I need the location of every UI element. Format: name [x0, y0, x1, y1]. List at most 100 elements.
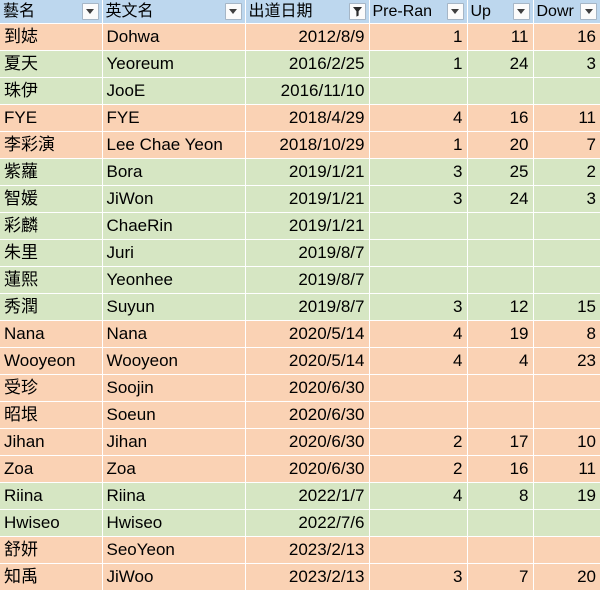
cell-pre_rank[interactable]: [369, 536, 468, 564]
cell-up[interactable]: [467, 509, 534, 537]
cell-debut_date[interactable]: 2020/5/14: [245, 347, 370, 375]
cell-stage_name[interactable]: Zoa: [0, 455, 103, 483]
cell-up[interactable]: 25: [467, 158, 534, 186]
cell-pre_rank[interactable]: 4: [369, 347, 468, 375]
table-row[interactable]: 蓮熙 Yeonhee 2019/8/7: [0, 266, 600, 294]
table-row[interactable]: FYE FYE 2018/4/29 4 16 11: [0, 104, 600, 132]
cell-debut_date[interactable]: 2023/2/13: [245, 536, 370, 564]
column-header-pre_rank[interactable]: Pre-Ran: [369, 0, 468, 24]
cell-down[interactable]: [533, 77, 600, 105]
cell-english_name[interactable]: Jihan: [102, 428, 246, 456]
table-row[interactable]: 夏天 Yeoreum 2016/2/25 1 24 3: [0, 50, 600, 78]
cell-down[interactable]: 2: [533, 158, 600, 186]
cell-stage_name[interactable]: 夏天: [0, 50, 103, 78]
cell-pre_rank[interactable]: 1: [369, 50, 468, 78]
cell-debut_date[interactable]: 2018/10/29: [245, 131, 370, 159]
filter-dropdown-button-stage_name[interactable]: [81, 3, 99, 20]
cell-stage_name[interactable]: 智媛: [0, 185, 103, 213]
column-header-english_name[interactable]: 英文名: [102, 0, 246, 24]
cell-english_name[interactable]: Riina: [102, 482, 246, 510]
cell-debut_date[interactable]: 2016/2/25: [245, 50, 370, 78]
cell-english_name[interactable]: Nana: [102, 320, 246, 348]
cell-english_name[interactable]: JiWoo: [102, 563, 246, 591]
cell-up[interactable]: 4: [467, 347, 534, 375]
cell-up[interactable]: 19: [467, 320, 534, 348]
cell-down[interactable]: [533, 239, 600, 267]
cell-down[interactable]: 23: [533, 347, 600, 375]
cell-pre_rank[interactable]: [369, 509, 468, 537]
cell-debut_date[interactable]: 2020/6/30: [245, 428, 370, 456]
filter-button-active-debut_date[interactable]: [348, 3, 366, 20]
cell-down[interactable]: [533, 509, 600, 537]
cell-down[interactable]: 3: [533, 50, 600, 78]
cell-up[interactable]: 11: [467, 23, 534, 51]
column-header-stage_name[interactable]: 藝名: [0, 0, 103, 24]
cell-pre_rank[interactable]: 2: [369, 428, 468, 456]
cell-debut_date[interactable]: 2020/6/30: [245, 455, 370, 483]
cell-up[interactable]: [467, 536, 534, 564]
cell-down[interactable]: 10: [533, 428, 600, 456]
cell-pre_rank[interactable]: 1: [369, 131, 468, 159]
cell-english_name[interactable]: SeoYeon: [102, 536, 246, 564]
cell-debut_date[interactable]: 2019/8/7: [245, 239, 370, 267]
cell-stage_name[interactable]: 舒妍: [0, 536, 103, 564]
cell-down[interactable]: [533, 266, 600, 294]
cell-debut_date[interactable]: 2016/11/10: [245, 77, 370, 105]
cell-english_name[interactable]: Juri: [102, 239, 246, 267]
cell-english_name[interactable]: JiWon: [102, 185, 246, 213]
cell-stage_name[interactable]: Hwiseo: [0, 509, 103, 537]
cell-up[interactable]: 8: [467, 482, 534, 510]
cell-stage_name[interactable]: 彩麟: [0, 212, 103, 240]
cell-stage_name[interactable]: FYE: [0, 104, 103, 132]
cell-english_name[interactable]: Yeonhee: [102, 266, 246, 294]
table-row[interactable]: 舒妍 SeoYeon 2023/2/13: [0, 536, 600, 564]
cell-up[interactable]: [467, 77, 534, 105]
cell-debut_date[interactable]: 2019/8/7: [245, 293, 370, 321]
cell-pre_rank[interactable]: 1: [369, 23, 468, 51]
cell-stage_name[interactable]: 昭垠: [0, 401, 103, 429]
cell-pre_rank[interactable]: [369, 401, 468, 429]
cell-debut_date[interactable]: 2022/1/7: [245, 482, 370, 510]
cell-stage_name[interactable]: Riina: [0, 482, 103, 510]
table-row[interactable]: 昭垠 Soeun 2020/6/30: [0, 401, 600, 429]
cell-english_name[interactable]: Hwiseo: [102, 509, 246, 537]
cell-debut_date[interactable]: 2019/1/21: [245, 212, 370, 240]
cell-down[interactable]: [533, 536, 600, 564]
cell-english_name[interactable]: JooE: [102, 77, 246, 105]
cell-down[interactable]: 19: [533, 482, 600, 510]
cell-debut_date[interactable]: 2022/7/6: [245, 509, 370, 537]
cell-debut_date[interactable]: 2020/5/14: [245, 320, 370, 348]
cell-up[interactable]: [467, 212, 534, 240]
cell-down[interactable]: 7: [533, 131, 600, 159]
cell-up[interactable]: [467, 401, 534, 429]
cell-stage_name[interactable]: 蓮熙: [0, 266, 103, 294]
column-header-debut_date[interactable]: 出道日期: [245, 0, 370, 24]
cell-stage_name[interactable]: 知禹: [0, 563, 103, 591]
cell-up[interactable]: 16: [467, 455, 534, 483]
column-header-up[interactable]: Up: [467, 0, 534, 24]
cell-pre_rank[interactable]: [369, 239, 468, 267]
cell-english_name[interactable]: Wooyeon: [102, 347, 246, 375]
table-row[interactable]: Wooyeon Wooyeon 2020/5/14 4 4 23: [0, 347, 600, 375]
cell-english_name[interactable]: Soeun: [102, 401, 246, 429]
table-row[interactable]: 彩麟 ChaeRin 2019/1/21: [0, 212, 600, 240]
cell-debut_date[interactable]: 2020/6/30: [245, 401, 370, 429]
cell-pre_rank[interactable]: [369, 266, 468, 294]
cell-debut_date[interactable]: 2019/1/21: [245, 185, 370, 213]
column-header-down[interactable]: Dowr: [533, 0, 600, 24]
cell-down[interactable]: 20: [533, 563, 600, 591]
cell-down[interactable]: [533, 401, 600, 429]
cell-pre_rank[interactable]: 4: [369, 482, 468, 510]
cell-down[interactable]: 11: [533, 455, 600, 483]
table-row[interactable]: Riina Riina 2022/1/7 4 8 19: [0, 482, 600, 510]
cell-up[interactable]: 16: [467, 104, 534, 132]
cell-debut_date[interactable]: 2020/6/30: [245, 374, 370, 402]
cell-up[interactable]: [467, 239, 534, 267]
cell-debut_date[interactable]: 2019/8/7: [245, 266, 370, 294]
table-row[interactable]: 秀潤 Suyun 2019/8/7 3 12 15: [0, 293, 600, 321]
cell-down[interactable]: [533, 212, 600, 240]
table-row[interactable]: 李彩演 Lee Chae Yeon 2018/10/29 1 20 7: [0, 131, 600, 159]
cell-debut_date[interactable]: 2023/2/13: [245, 563, 370, 591]
table-row[interactable]: 珠伊 JooE 2016/11/10: [0, 77, 600, 105]
cell-stage_name[interactable]: 受珍: [0, 374, 103, 402]
